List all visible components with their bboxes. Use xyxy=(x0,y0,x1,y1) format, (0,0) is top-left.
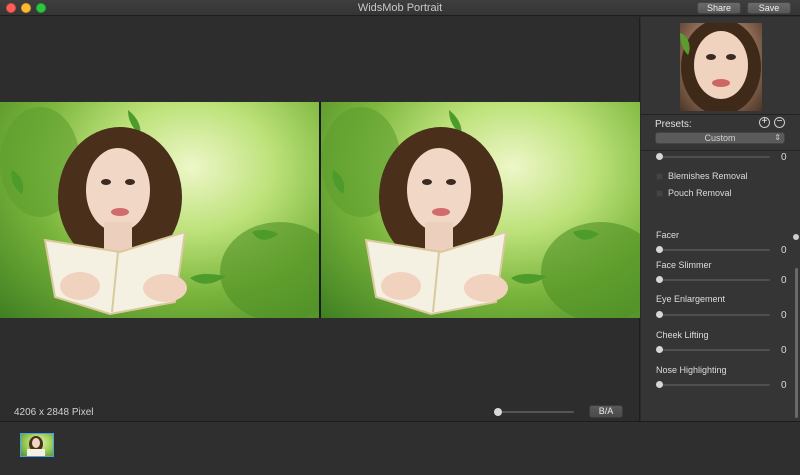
cheek-lifting-slider-track[interactable] xyxy=(659,349,770,351)
eye-enlargement-value: 0 xyxy=(781,310,787,321)
nose-highlighting-value: 0 xyxy=(781,380,787,391)
image-size-label: 4206 x 2848 Pixel xyxy=(14,407,94,418)
filmstrip xyxy=(0,421,800,475)
facer-value: 0 xyxy=(781,245,787,256)
blemishes-removal-checkbox[interactable] xyxy=(656,173,663,180)
cheek-lifting-slider-knob[interactable] xyxy=(656,346,663,353)
portrait-photo-before xyxy=(0,107,319,318)
face-slimmer-value: 0 xyxy=(781,275,787,286)
slider-knob-top[interactable] xyxy=(656,153,663,160)
eye-enlargement-label: Eye Enlargement xyxy=(656,294,726,304)
share-button[interactable]: Share xyxy=(697,2,741,14)
zoom-slider-track[interactable] xyxy=(498,411,574,413)
eye-enlargement-slider-knob[interactable] xyxy=(656,311,663,318)
facer-slider-knob[interactable] xyxy=(656,246,663,253)
face-slimmer-slider-knob[interactable] xyxy=(656,276,663,283)
panel-divider xyxy=(641,114,800,115)
pouch-removal-label: Pouch Removal xyxy=(668,188,732,198)
presets-label: Presets: xyxy=(655,119,692,130)
save-button[interactable]: Save xyxy=(747,2,791,14)
face-preview-image xyxy=(680,23,761,111)
slider-track-top[interactable] xyxy=(659,156,770,158)
updown-chevron-icon: ⇕ xyxy=(774,133,781,142)
preset-dropdown[interactable]: Custom ⇕ xyxy=(655,132,785,144)
before-after-toggle-button[interactable]: B/A xyxy=(589,405,623,418)
portrait-photo-after xyxy=(321,107,640,318)
panel-divider-2 xyxy=(641,150,800,151)
face-slimmer-slider-track[interactable] xyxy=(659,279,770,281)
blemishes-removal-label: Blemishes Removal xyxy=(668,171,748,181)
zoom-slider-knob[interactable] xyxy=(494,408,502,416)
preset-selected-value: Custom xyxy=(704,133,736,143)
facer-label: Facer xyxy=(656,230,680,240)
filmstrip-thumbnail[interactable] xyxy=(20,433,54,457)
slider-value-top: 0 xyxy=(781,152,787,163)
image-canvas: 4206 x 2848 Pixel B/A xyxy=(0,17,640,421)
eye-enlargement-slider-track[interactable] xyxy=(659,314,770,316)
face-slimmer-label: Face Slimmer xyxy=(656,260,712,270)
minus-circle-icon[interactable]: − xyxy=(774,117,785,128)
pouch-removal-checkbox[interactable] xyxy=(656,190,663,197)
nose-highlighting-label: Nose Highlighting xyxy=(656,365,727,375)
face-preview-thumbnail xyxy=(680,23,762,111)
facer-slider-track[interactable] xyxy=(659,249,770,251)
panel-edge-handle[interactable] xyxy=(793,234,799,240)
after-photo[interactable] xyxy=(321,102,640,318)
cheek-lifting-label: Cheek Lifting xyxy=(656,330,709,340)
nose-highlighting-slider-knob[interactable] xyxy=(656,381,663,388)
title-bar: WidsMob Portrait Share Save xyxy=(0,0,800,16)
plus-circle-icon[interactable]: + xyxy=(759,117,770,128)
before-photo[interactable] xyxy=(0,102,319,318)
panel-scrollbar[interactable] xyxy=(795,268,798,418)
window-title: WidsMob Portrait xyxy=(357,2,443,14)
nose-highlighting-slider-track[interactable] xyxy=(659,384,770,386)
thumbnail-image xyxy=(27,436,45,456)
adjustments-panel: Presets: + − Custom ⇕ 0 Blemishes Remova… xyxy=(641,17,800,421)
cheek-lifting-value: 0 xyxy=(781,345,787,356)
